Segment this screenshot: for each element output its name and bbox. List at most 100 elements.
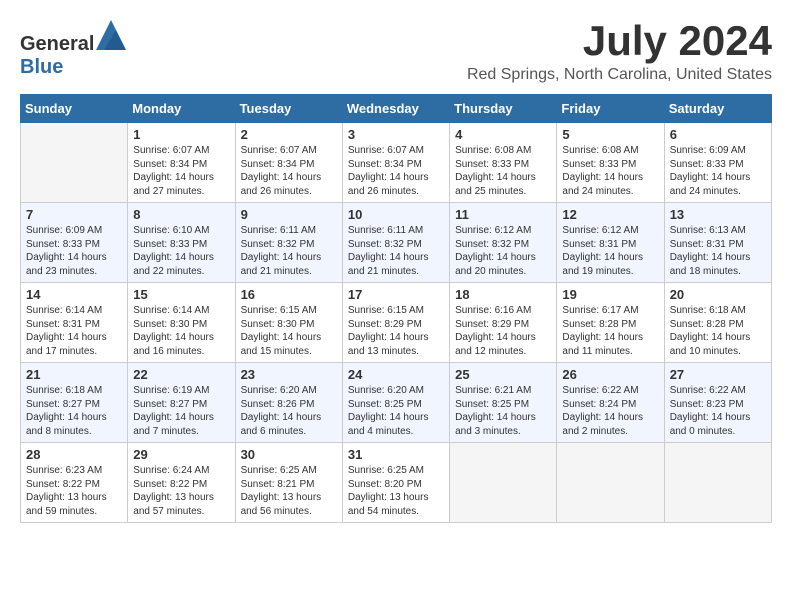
day-info: Sunrise: 6:12 AM Sunset: 8:31 PM Dayligh… — [562, 224, 658, 278]
calendar-week-row: 1Sunrise: 6:07 AM Sunset: 8:34 PM Daylig… — [21, 123, 772, 203]
day-info: Sunrise: 6:25 AM Sunset: 8:20 PM Dayligh… — [348, 464, 444, 518]
calendar-day-8: 8 Sunrise: 6:10 AM Sunset: 8:33 PM Daylig… — [128, 203, 235, 283]
calendar-day-2: 2 Sunrise: 6:07 AM Sunset: 8:34 PM Daylig… — [235, 123, 342, 203]
day-info: Sunrise: 6:14 AM Sunset: 8:30 PM Dayligh… — [133, 304, 229, 358]
calendar-day-31: 31 Sunrise: 6:25 AM Sunset: 8:20 PM Dayli… — [342, 443, 449, 523]
calendar-day-20: 20 Sunrise: 6:18 AM Sunset: 8:28 PM Dayli… — [664, 283, 771, 363]
day-number: 14 — [26, 287, 122, 302]
calendar-week-row: 7 Sunrise: 6:09 AM Sunset: 8:33 PM Daylig… — [21, 203, 772, 283]
calendar-empty-cell — [557, 443, 664, 523]
day-number: 3 — [348, 127, 444, 142]
day-info: Sunrise: 6:10 AM Sunset: 8:33 PM Dayligh… — [133, 224, 229, 278]
day-number: 5 — [562, 127, 658, 142]
calendar-day-27: 27Sunrise: 6:22 AM Sunset: 8:23 PM Dayli… — [664, 363, 771, 443]
day-info: Sunrise: 6:20 AM Sunset: 8:25 PM Dayligh… — [348, 384, 444, 438]
calendar-day-header-monday: Monday — [128, 95, 235, 123]
day-info: Sunrise: 6:16 AM Sunset: 8:29 PM Dayligh… — [455, 304, 551, 358]
day-info: Sunrise: 6:18 AM Sunset: 8:28 PM Dayligh… — [670, 304, 766, 358]
calendar-day-22: 22Sunrise: 6:19 AM Sunset: 8:27 PM Dayli… — [128, 363, 235, 443]
day-number: 28 — [26, 447, 122, 462]
calendar-week-row: 14 Sunrise: 6:14 AM Sunset: 8:31 PM Dayli… — [21, 283, 772, 363]
day-number: 21 — [26, 367, 122, 382]
calendar-day-13: 13 Sunrise: 6:13 AM Sunset: 8:31 PM Dayli… — [664, 203, 771, 283]
calendar-week-row: 28Sunrise: 6:23 AM Sunset: 8:22 PM Dayli… — [21, 443, 772, 523]
calendar-day-25: 25 Sunrise: 6:21 AM Sunset: 8:25 PM Dayli… — [450, 363, 557, 443]
day-number: 9 — [241, 207, 337, 222]
calendar-day-header-saturday: Saturday — [664, 95, 771, 123]
calendar-day-15: 15 Sunrise: 6:14 AM Sunset: 8:30 PM Dayli… — [128, 283, 235, 363]
day-info: Sunrise: 6:08 AM Sunset: 8:33 PM Dayligh… — [455, 144, 551, 198]
calendar-day-1: 1Sunrise: 6:07 AM Sunset: 8:34 PM Daylig… — [128, 123, 235, 203]
day-info: Sunrise: 6:17 AM Sunset: 8:28 PM Dayligh… — [562, 304, 658, 358]
day-info: Sunrise: 6:09 AM Sunset: 8:33 PM Dayligh… — [670, 144, 766, 198]
day-number: 7 — [26, 207, 122, 222]
day-info: Sunrise: 6:12 AM Sunset: 8:32 PM Dayligh… — [455, 224, 551, 278]
calendar-day-19: 19 Sunrise: 6:17 AM Sunset: 8:28 PM Dayli… — [557, 283, 664, 363]
calendar-day-9: 9 Sunrise: 6:11 AM Sunset: 8:32 PM Daylig… — [235, 203, 342, 283]
logo-icon — [96, 20, 126, 50]
calendar-day-21: 21Sunrise: 6:18 AM Sunset: 8:27 PM Dayli… — [21, 363, 128, 443]
logo: General Blue — [20, 20, 126, 79]
page-header: General Blue July 2024 Red Springs, Nort… — [20, 20, 772, 84]
day-info: Sunrise: 6:24 AM Sunset: 8:22 PM Dayligh… — [133, 464, 229, 518]
day-info: Sunrise: 6:25 AM Sunset: 8:21 PM Dayligh… — [241, 464, 337, 518]
day-info: Sunrise: 6:08 AM Sunset: 8:33 PM Dayligh… — [562, 144, 658, 198]
calendar-day-3: 3 Sunrise: 6:07 AM Sunset: 8:34 PM Daylig… — [342, 123, 449, 203]
logo-blue-text: Blue — [20, 56, 63, 78]
calendar-empty-cell — [664, 443, 771, 523]
day-number: 18 — [455, 287, 551, 302]
calendar-empty-cell — [450, 443, 557, 523]
calendar-day-header-friday: Friday — [557, 95, 664, 123]
calendar-table: SundayMondayTuesdayWednesdayThursdayFrid… — [20, 94, 772, 523]
day-number: 13 — [670, 207, 766, 222]
calendar-day-5: 5 Sunrise: 6:08 AM Sunset: 8:33 PM Daylig… — [557, 123, 664, 203]
calendar-week-row: 21Sunrise: 6:18 AM Sunset: 8:27 PM Dayli… — [21, 363, 772, 443]
calendar-day-18: 18 Sunrise: 6:16 AM Sunset: 8:29 PM Dayli… — [450, 283, 557, 363]
day-info: Sunrise: 6:07 AM Sunset: 8:34 PM Dayligh… — [241, 144, 337, 198]
day-info: Sunrise: 6:09 AM Sunset: 8:33 PM Dayligh… — [26, 224, 122, 278]
day-number: 29 — [133, 447, 229, 462]
day-number: 20 — [670, 287, 766, 302]
day-number: 19 — [562, 287, 658, 302]
day-info: Sunrise: 6:15 AM Sunset: 8:30 PM Dayligh… — [241, 304, 337, 358]
day-info: Sunrise: 6:22 AM Sunset: 8:24 PM Dayligh… — [562, 384, 658, 438]
calendar-day-7: 7 Sunrise: 6:09 AM Sunset: 8:33 PM Daylig… — [21, 203, 128, 283]
calendar-day-23: 23 Sunrise: 6:20 AM Sunset: 8:26 PM Dayli… — [235, 363, 342, 443]
calendar-day-28: 28Sunrise: 6:23 AM Sunset: 8:22 PM Dayli… — [21, 443, 128, 523]
day-info: Sunrise: 6:20 AM Sunset: 8:26 PM Dayligh… — [241, 384, 337, 438]
day-info: Sunrise: 6:19 AM Sunset: 8:27 PM Dayligh… — [133, 384, 229, 438]
logo-wordmark: General Blue — [20, 20, 126, 79]
day-info: Sunrise: 6:21 AM Sunset: 8:25 PM Dayligh… — [455, 384, 551, 438]
day-number: 15 — [133, 287, 229, 302]
calendar-day-6: 6Sunrise: 6:09 AM Sunset: 8:33 PM Daylig… — [664, 123, 771, 203]
day-number: 23 — [241, 367, 337, 382]
logo-general-text: General — [20, 33, 94, 55]
calendar-day-header-sunday: Sunday — [21, 95, 128, 123]
day-info: Sunrise: 6:14 AM Sunset: 8:31 PM Dayligh… — [26, 304, 122, 358]
calendar-day-29: 29 Sunrise: 6:24 AM Sunset: 8:22 PM Dayli… — [128, 443, 235, 523]
day-info: Sunrise: 6:13 AM Sunset: 8:31 PM Dayligh… — [670, 224, 766, 278]
day-info: Sunrise: 6:07 AM Sunset: 8:34 PM Dayligh… — [133, 144, 229, 198]
day-number: 30 — [241, 447, 337, 462]
calendar-day-10: 10Sunrise: 6:11 AM Sunset: 8:32 PM Dayli… — [342, 203, 449, 283]
day-info: Sunrise: 6:11 AM Sunset: 8:32 PM Dayligh… — [348, 224, 444, 278]
calendar-day-header-wednesday: Wednesday — [342, 95, 449, 123]
day-info: Sunrise: 6:11 AM Sunset: 8:32 PM Dayligh… — [241, 224, 337, 278]
day-number: 31 — [348, 447, 444, 462]
calendar-empty-cell — [21, 123, 128, 203]
calendar-day-16: 16Sunrise: 6:15 AM Sunset: 8:30 PM Dayli… — [235, 283, 342, 363]
month-title: July 2024 — [467, 20, 772, 62]
day-info: Sunrise: 6:07 AM Sunset: 8:34 PM Dayligh… — [348, 144, 444, 198]
day-number: 25 — [455, 367, 551, 382]
day-number: 2 — [241, 127, 337, 142]
calendar-day-14: 14 Sunrise: 6:14 AM Sunset: 8:31 PM Dayli… — [21, 283, 128, 363]
calendar-day-26: 26Sunrise: 6:22 AM Sunset: 8:24 PM Dayli… — [557, 363, 664, 443]
day-number: 8 — [133, 207, 229, 222]
day-number: 24 — [348, 367, 444, 382]
title-block: July 2024 Red Springs, North Carolina, U… — [467, 20, 772, 84]
calendar-day-12: 12Sunrise: 6:12 AM Sunset: 8:31 PM Dayli… — [557, 203, 664, 283]
calendar-day-header-thursday: Thursday — [450, 95, 557, 123]
location-subtitle: Red Springs, North Carolina, United Stat… — [467, 66, 772, 84]
day-info: Sunrise: 6:22 AM Sunset: 8:23 PM Dayligh… — [670, 384, 766, 438]
day-number: 17 — [348, 287, 444, 302]
